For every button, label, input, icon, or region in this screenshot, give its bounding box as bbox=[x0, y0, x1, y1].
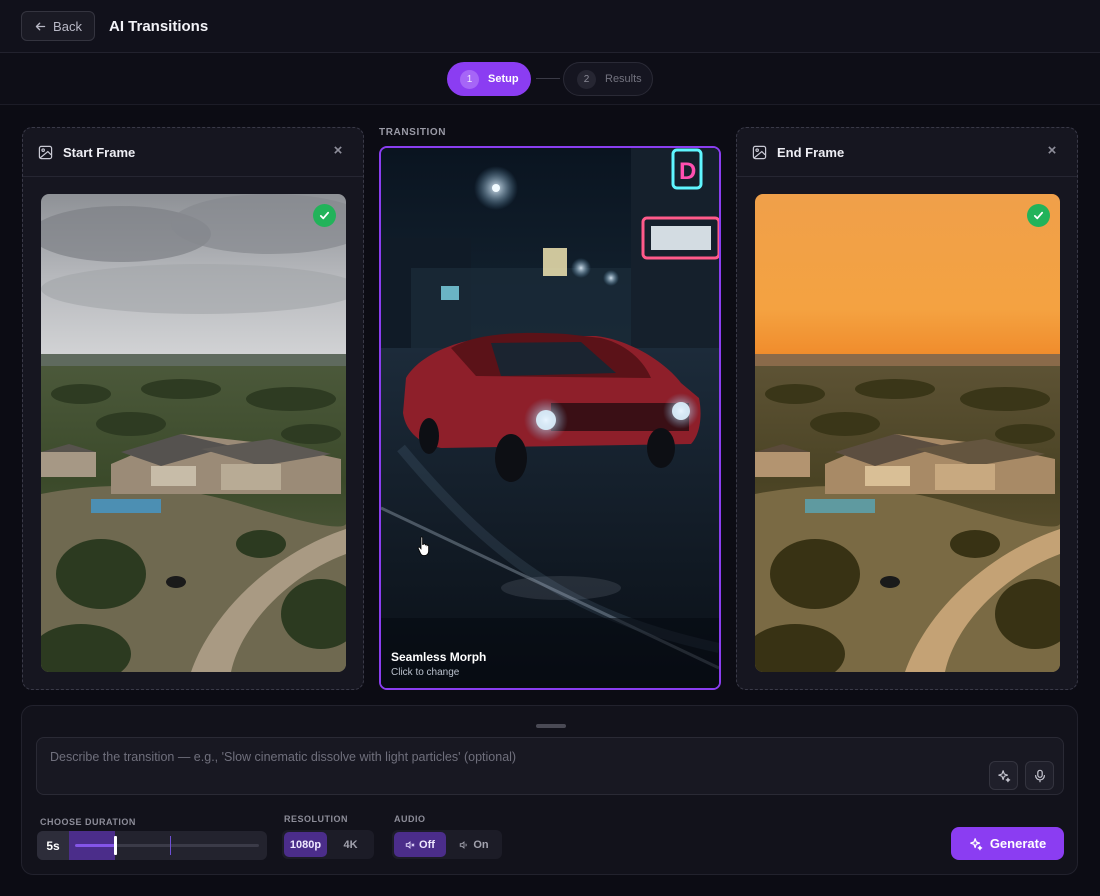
duration-label: CHOOSE DURATION bbox=[40, 817, 136, 827]
end-frame-card[interactable]: End Frame × bbox=[736, 127, 1078, 690]
back-label: Back bbox=[53, 18, 82, 34]
svg-text:D: D bbox=[679, 158, 696, 185]
duration-track-fill bbox=[75, 844, 116, 847]
duration-value: 5s bbox=[37, 831, 69, 860]
microphone-icon bbox=[1034, 769, 1045, 782]
generate-button[interactable]: Generate bbox=[951, 827, 1064, 860]
audio-toggle: Off On bbox=[392, 830, 502, 859]
generate-label: Generate bbox=[989, 836, 1047, 851]
image-icon bbox=[752, 145, 767, 160]
audio-option-off[interactable]: Off bbox=[394, 832, 446, 857]
selected-check-badge bbox=[1027, 204, 1050, 227]
voice-input-button[interactable] bbox=[1025, 761, 1054, 790]
transition-preview-image: D bbox=[381, 148, 719, 688]
step-setup[interactable]: 1 Setup bbox=[447, 62, 531, 96]
close-icon[interactable]: × bbox=[330, 143, 346, 159]
hand-cursor-icon bbox=[417, 536, 429, 556]
arrow-left-icon bbox=[35, 22, 46, 30]
step-results[interactable]: 2 Results bbox=[563, 62, 653, 96]
audio-option-off-label: Off bbox=[419, 838, 435, 851]
step-label: Setup bbox=[488, 73, 519, 85]
audio-option-on[interactable]: On bbox=[448, 832, 500, 857]
stepper: 1 Setup 2 Results bbox=[0, 53, 1100, 105]
end-frame-image bbox=[755, 194, 1060, 672]
step-connector bbox=[536, 78, 560, 79]
page-title: AI Transitions bbox=[109, 17, 209, 35]
transition-title: Seamless Morph bbox=[391, 650, 487, 664]
check-icon bbox=[319, 211, 330, 220]
start-frame-title: Start Frame bbox=[63, 144, 136, 160]
enhance-prompt-button[interactable] bbox=[989, 761, 1018, 790]
resolution-option-1080p[interactable]: 1080p bbox=[284, 832, 327, 857]
start-frame-header: Start Frame × bbox=[23, 128, 363, 177]
check-icon bbox=[1033, 211, 1044, 220]
back-button[interactable]: Back bbox=[21, 11, 95, 41]
transition-prompt-input[interactable] bbox=[37, 738, 977, 794]
speaker-icon bbox=[460, 840, 468, 849]
resolution-label: RESOLUTION bbox=[284, 814, 349, 824]
sparkle-icon bbox=[997, 769, 1010, 782]
prompt-box bbox=[36, 737, 1064, 795]
close-icon[interactable]: × bbox=[1044, 143, 1060, 159]
drag-handle[interactable] bbox=[536, 724, 566, 728]
top-bar: Back AI Transitions bbox=[0, 0, 1100, 53]
step-number: 2 bbox=[577, 69, 596, 89]
step-number: 1 bbox=[460, 69, 479, 89]
end-frame-title: End Frame bbox=[777, 144, 845, 160]
audio-option-on-label: On bbox=[473, 838, 489, 851]
transition-preset-card[interactable]: D Seamless Morph Click to change bbox=[379, 146, 721, 690]
end-frame-header: End Frame × bbox=[737, 128, 1077, 177]
transition-caption: Seamless Morph Click to change bbox=[391, 650, 486, 678]
selected-check-badge bbox=[313, 204, 336, 227]
step-label: Results bbox=[605, 73, 642, 85]
duration-tick bbox=[170, 836, 171, 855]
controls-panel: CHOOSE DURATION RESOLUTION AUDIO 5s 1080… bbox=[21, 705, 1078, 875]
image-icon bbox=[38, 145, 53, 160]
start-frame-card[interactable]: Start Frame × bbox=[22, 127, 364, 690]
transition-subtitle: Click to change bbox=[391, 667, 460, 678]
resolution-toggle: 1080p 4K bbox=[282, 830, 374, 859]
resolution-option-4k[interactable]: 4K bbox=[329, 832, 372, 857]
start-frame-image bbox=[41, 194, 346, 672]
audio-label: AUDIO bbox=[394, 814, 426, 824]
duration-slider[interactable]: 5s bbox=[37, 831, 267, 860]
sparkle-icon bbox=[969, 837, 983, 850]
speaker-muted-icon bbox=[405, 840, 415, 849]
transition-section-label: TRANSITION bbox=[379, 127, 447, 138]
